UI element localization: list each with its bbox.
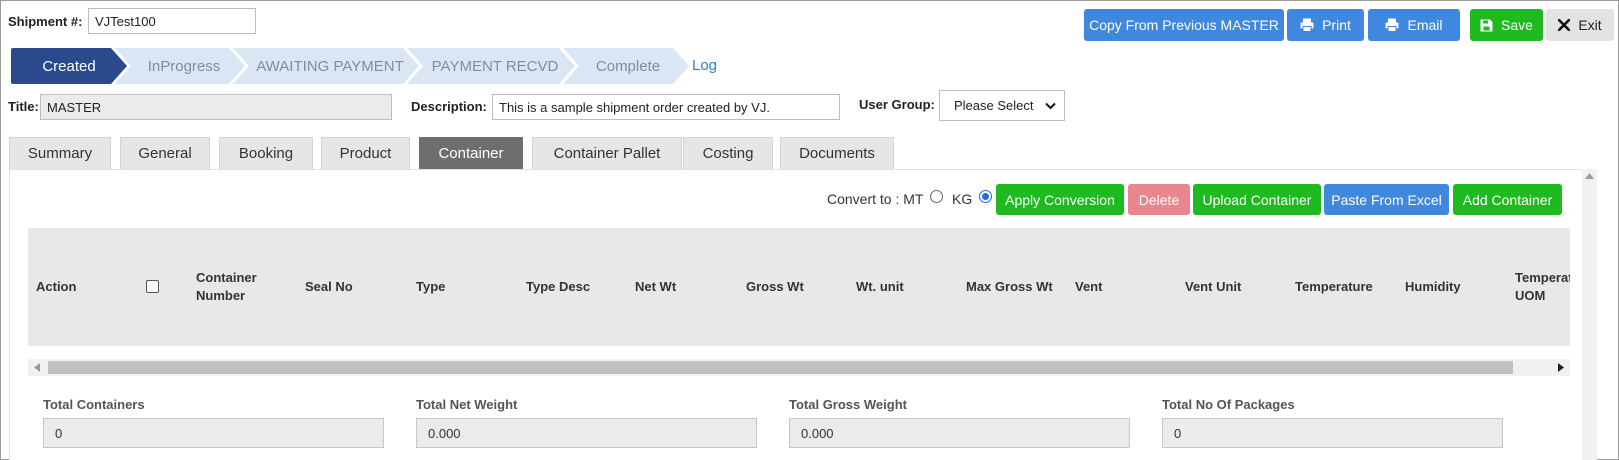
column-header-seal-no: Seal No [305,279,353,294]
log-link[interactable]: Log [692,57,717,74]
step-created[interactable]: Created [11,48,127,84]
horizontal-scrollbar[interactable] [28,359,1570,376]
close-icon [1558,19,1571,31]
printer-icon [1385,18,1399,32]
title-input[interactable] [40,94,392,120]
column-header-humidity: Humidity [1405,279,1461,294]
total-packages-label: Total No Of Packages [1162,397,1295,412]
total-net-weight-field[interactable]: 0.000 [416,418,757,448]
title-label: Title: [8,99,39,114]
total-gross-weight-label: Total Gross Weight [789,397,907,412]
column-header-net-wt: Net Wt [635,279,677,294]
upload-container-button[interactable]: Upload Container [1193,184,1321,215]
step-awaiting-payment[interactable]: AWAITING PAYMENT [233,48,419,84]
column-header-action: Action [36,279,77,294]
tab-container[interactable]: Container [419,137,523,169]
shipment-label: Shipment #: [8,14,83,29]
select-all-checkbox[interactable] [146,280,159,293]
total-packages-field[interactable]: 0 [1162,418,1503,448]
column-header-gross-wt: Gross Wt [746,279,804,294]
step-inprogress[interactable]: InProgress [115,48,245,84]
paste-from-excel-button[interactable]: Paste From Excel [1324,184,1449,215]
total-net-weight-label: Total Net Weight [416,397,518,412]
copy-from-previous-button[interactable]: Copy From Previous MASTER [1084,9,1284,41]
tab-container-pallet[interactable]: Container Pallet [532,137,682,169]
column-header-type-desc: Type Desc [526,279,591,294]
total-containers-field[interactable]: 0 [43,418,384,448]
email-button[interactable]: Email [1368,9,1460,41]
mt-radio[interactable] [930,190,943,203]
column-header-temperature: Temperature [1295,279,1373,294]
shipment-number-input[interactable] [88,8,256,34]
exit-button[interactable]: Exit [1546,9,1614,41]
user-group-select[interactable]: Please Select [939,90,1065,121]
printer-icon [1300,18,1314,32]
step-payment-recvd[interactable]: PAYMENT RECVD [407,48,575,84]
add-container-button[interactable]: Add Container [1453,184,1562,215]
horizontal-scroll-thumb[interactable] [48,361,1513,374]
vertical-scrollbar[interactable] [1582,169,1597,460]
column-header-temperature-uom: Temperature UOM [1515,270,1570,303]
step-complete[interactable]: Complete [563,48,689,84]
tab-costing[interactable]: Costing [683,137,773,169]
arrow-left-icon [34,363,40,372]
chevron-down-icon [1045,102,1056,110]
user-group-label: User Group: [859,97,935,112]
arrow-right-icon [1558,363,1564,372]
container-table-header: Action Container Number Seal No Type Typ… [28,228,1570,346]
tab-product[interactable]: Product [321,137,410,169]
save-button[interactable]: Save [1470,9,1543,41]
column-header-type: Type [416,279,446,294]
tab-booking[interactable]: Booking [219,137,313,169]
tab-summary[interactable]: Summary [9,137,111,169]
floppy-disk-icon [1480,19,1493,31]
tab-documents[interactable]: Documents [780,137,894,169]
apply-conversion-button[interactable]: Apply Conversion [996,184,1124,215]
column-header-vent-unit: Vent Unit [1185,279,1242,294]
arrow-up-icon [1585,173,1594,179]
kg-label: KG [952,191,973,207]
description-input[interactable] [492,94,840,120]
column-header-vent: Vent [1075,279,1103,294]
print-button[interactable]: Print [1287,9,1364,41]
total-gross-weight-field[interactable]: 0.000 [789,418,1130,448]
column-header-container-number: Container Number [196,270,257,303]
column-header-max-gross-wt: Max Gross Wt [966,279,1053,294]
tab-general[interactable]: General [120,137,210,169]
delete-button[interactable]: Delete [1128,184,1190,215]
kg-radio[interactable] [979,190,992,203]
column-header-wt-unit: Wt. unit [856,279,904,294]
description-label: Description: [411,99,487,114]
total-containers-label: Total Containers [43,397,145,412]
convert-to-label: Convert to : MT [827,191,924,207]
